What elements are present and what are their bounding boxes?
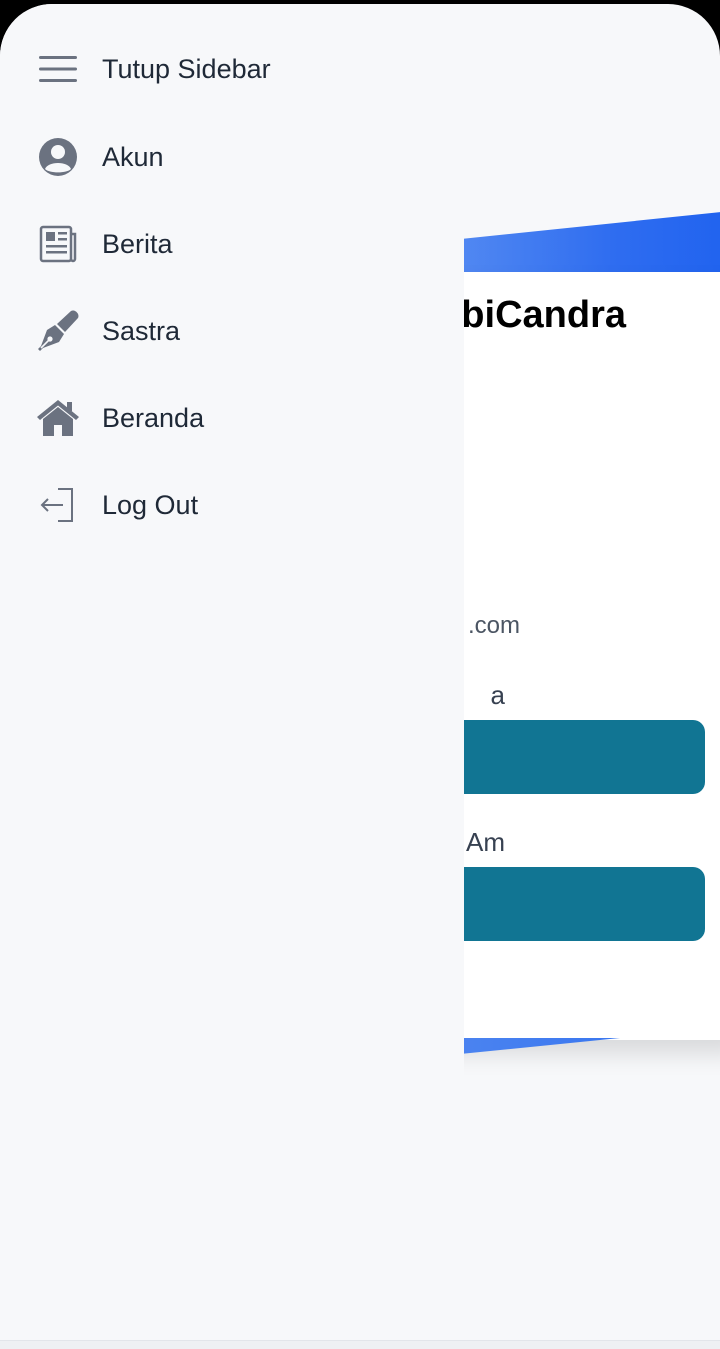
sidebar-item-label: Log Out — [102, 489, 199, 520]
sidebar-item-literature[interactable]: Sastra — [0, 296, 464, 366]
logout-icon — [34, 481, 82, 529]
sidebar-item-account[interactable]: Akun — [0, 122, 464, 192]
phone-screen: biCandra .com a Am Tutup Sidebar Akun Be… — [0, 4, 720, 1349]
profile-action-button-1[interactable] — [450, 720, 705, 794]
sidebar-item-label: Berita — [102, 228, 173, 259]
header-accent-stripe — [420, 210, 720, 274]
user-circle-icon — [34, 133, 82, 181]
profile-action-button-2[interactable] — [450, 867, 705, 941]
sidebar-item-label: Beranda — [102, 402, 205, 433]
sidebar-item-log-out[interactable]: Log Out — [0, 470, 464, 540]
sidebar-item-home[interactable]: Beranda — [0, 383, 464, 453]
pen-nib-icon — [34, 307, 82, 355]
newspaper-icon — [34, 220, 82, 268]
sidebar-item-label: Tutup Sidebar — [102, 53, 271, 84]
sidebar-item-close-sidebar[interactable]: Tutup Sidebar — [0, 34, 464, 104]
sidebar-item-label: Sastra — [102, 315, 181, 346]
sidebar-item-label: Akun — [102, 141, 164, 172]
bottom-edge — [0, 1340, 720, 1349]
home-icon — [34, 394, 82, 442]
menu-icon — [34, 45, 82, 93]
sidebar-item-news[interactable]: Berita — [0, 209, 464, 279]
sidebar-drawer: Tutup Sidebar Akun Berita Sastra Beranda… — [0, 4, 464, 1349]
